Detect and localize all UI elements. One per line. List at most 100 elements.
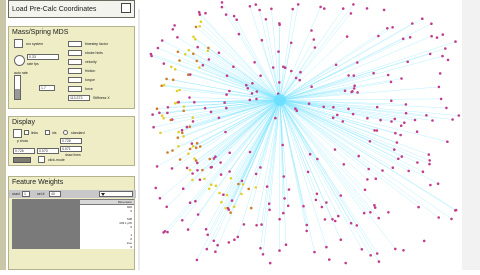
graph-node[interactable] (269, 262, 272, 265)
graph-node[interactable] (177, 131, 180, 134)
graph-node[interactable] (196, 46, 199, 49)
graph-node[interactable] (299, 71, 302, 74)
display-field-1[interactable]: 0.726 (60, 138, 82, 144)
graph-node[interactable] (170, 119, 173, 122)
graph-node[interactable] (344, 90, 347, 93)
graph-node[interactable] (255, 3, 258, 6)
graph-node[interactable] (409, 36, 412, 39)
graph-node[interactable] (219, 161, 222, 164)
graph-node[interactable] (405, 112, 408, 115)
graph-node[interactable] (225, 107, 228, 110)
graph-node[interactable] (446, 140, 449, 143)
graph-node[interactable] (377, 217, 380, 220)
graph-node[interactable] (176, 36, 179, 39)
graph-node[interactable] (421, 17, 424, 20)
graph-node[interactable] (165, 78, 168, 81)
graph-node[interactable] (160, 85, 163, 88)
graph-node[interactable] (258, 9, 261, 12)
graph-node[interactable] (350, 12, 353, 15)
graph-node[interactable] (357, 155, 360, 158)
graph-node[interactable] (336, 114, 339, 117)
graph-node[interactable] (218, 51, 221, 54)
graph-node[interactable] (379, 119, 382, 122)
graph-node[interactable] (401, 155, 404, 158)
display-field-3[interactable]: 0.726 (13, 148, 35, 154)
graph-node[interactable] (173, 24, 176, 27)
graph-node[interactable] (228, 208, 231, 211)
graph-node[interactable] (394, 248, 397, 251)
graph-node[interactable] (241, 180, 244, 183)
graph-node[interactable] (369, 140, 372, 143)
graph-node[interactable] (223, 101, 226, 104)
graph-node[interactable] (282, 212, 285, 215)
graph-node[interactable] (383, 9, 386, 12)
graph-node[interactable] (444, 47, 447, 50)
graph-node[interactable] (192, 53, 195, 56)
graph-node[interactable] (335, 64, 338, 67)
table-row[interactable]: 0 (80, 245, 134, 249)
graph-node[interactable] (396, 141, 399, 144)
graph-node[interactable] (195, 146, 198, 149)
standard-radio[interactable] (63, 130, 68, 135)
graph-node[interactable] (287, 205, 290, 208)
graph-node[interactable] (377, 35, 380, 38)
graph-node[interactable] (319, 6, 322, 9)
graph-node[interactable] (290, 42, 293, 45)
graph-node[interactable] (400, 77, 403, 80)
graph-node[interactable] (259, 74, 262, 77)
graph-node[interactable] (437, 182, 440, 185)
graph-node[interactable] (325, 246, 328, 249)
graph-node[interactable] (167, 106, 170, 109)
graph-node[interactable] (198, 66, 201, 69)
graph-node[interactable] (334, 148, 337, 151)
graph-node[interactable] (228, 241, 231, 244)
graph-node[interactable] (201, 169, 204, 172)
param-field-timestep[interactable] (68, 41, 82, 47)
graph-node[interactable] (189, 73, 192, 76)
graph-node[interactable] (346, 35, 349, 38)
graph-node[interactable] (392, 166, 395, 169)
graph-node[interactable] (439, 72, 442, 75)
graph-node[interactable] (199, 178, 202, 181)
graph-node[interactable] (283, 175, 286, 178)
graph-node[interactable] (231, 199, 234, 202)
network-graph-canvas[interactable] (146, 0, 462, 270)
param-field-stiffness[interactable]: 113.373 (68, 95, 90, 101)
graph-node[interactable] (213, 157, 216, 160)
graph-node[interactable] (281, 144, 284, 147)
graph-node[interactable] (188, 96, 191, 99)
graph-node[interactable] (195, 159, 198, 162)
graph-node[interactable] (178, 101, 181, 104)
graph-node[interactable] (438, 86, 441, 89)
graph-node[interactable] (274, 117, 277, 120)
graph-node[interactable] (429, 53, 432, 56)
graph-node[interactable] (340, 238, 343, 241)
graph-node[interactable] (259, 166, 262, 169)
graph-node[interactable] (216, 244, 219, 247)
graph-node[interactable] (221, 6, 224, 9)
graph-node[interactable] (352, 113, 355, 116)
graph-node[interactable] (191, 179, 194, 182)
graph-node[interactable] (324, 218, 327, 221)
graph-node[interactable] (194, 200, 197, 203)
graph-node[interactable] (206, 248, 209, 251)
graph-node[interactable] (290, 70, 293, 73)
param-field-stroke-hints[interactable] (68, 50, 82, 56)
graph-node[interactable] (221, 1, 224, 4)
graph-node[interactable] (199, 145, 202, 148)
graph-node[interactable] (182, 110, 185, 113)
graph-node[interactable] (233, 205, 236, 208)
graph-node[interactable] (416, 130, 419, 133)
graph-node[interactable] (172, 79, 175, 82)
graph-node[interactable] (162, 117, 165, 120)
links-toggle[interactable] (24, 130, 29, 135)
graph-node[interactable] (225, 93, 228, 96)
graph-node[interactable] (198, 11, 201, 14)
graph-node[interactable] (255, 98, 258, 101)
graph-node[interactable] (278, 249, 281, 252)
display-field-4[interactable]: 0.070 (37, 148, 59, 154)
run-system-checkbox[interactable] (14, 39, 23, 48)
graph-node[interactable] (230, 177, 233, 180)
graph-node[interactable] (196, 60, 199, 63)
graph-node[interactable] (206, 234, 209, 237)
